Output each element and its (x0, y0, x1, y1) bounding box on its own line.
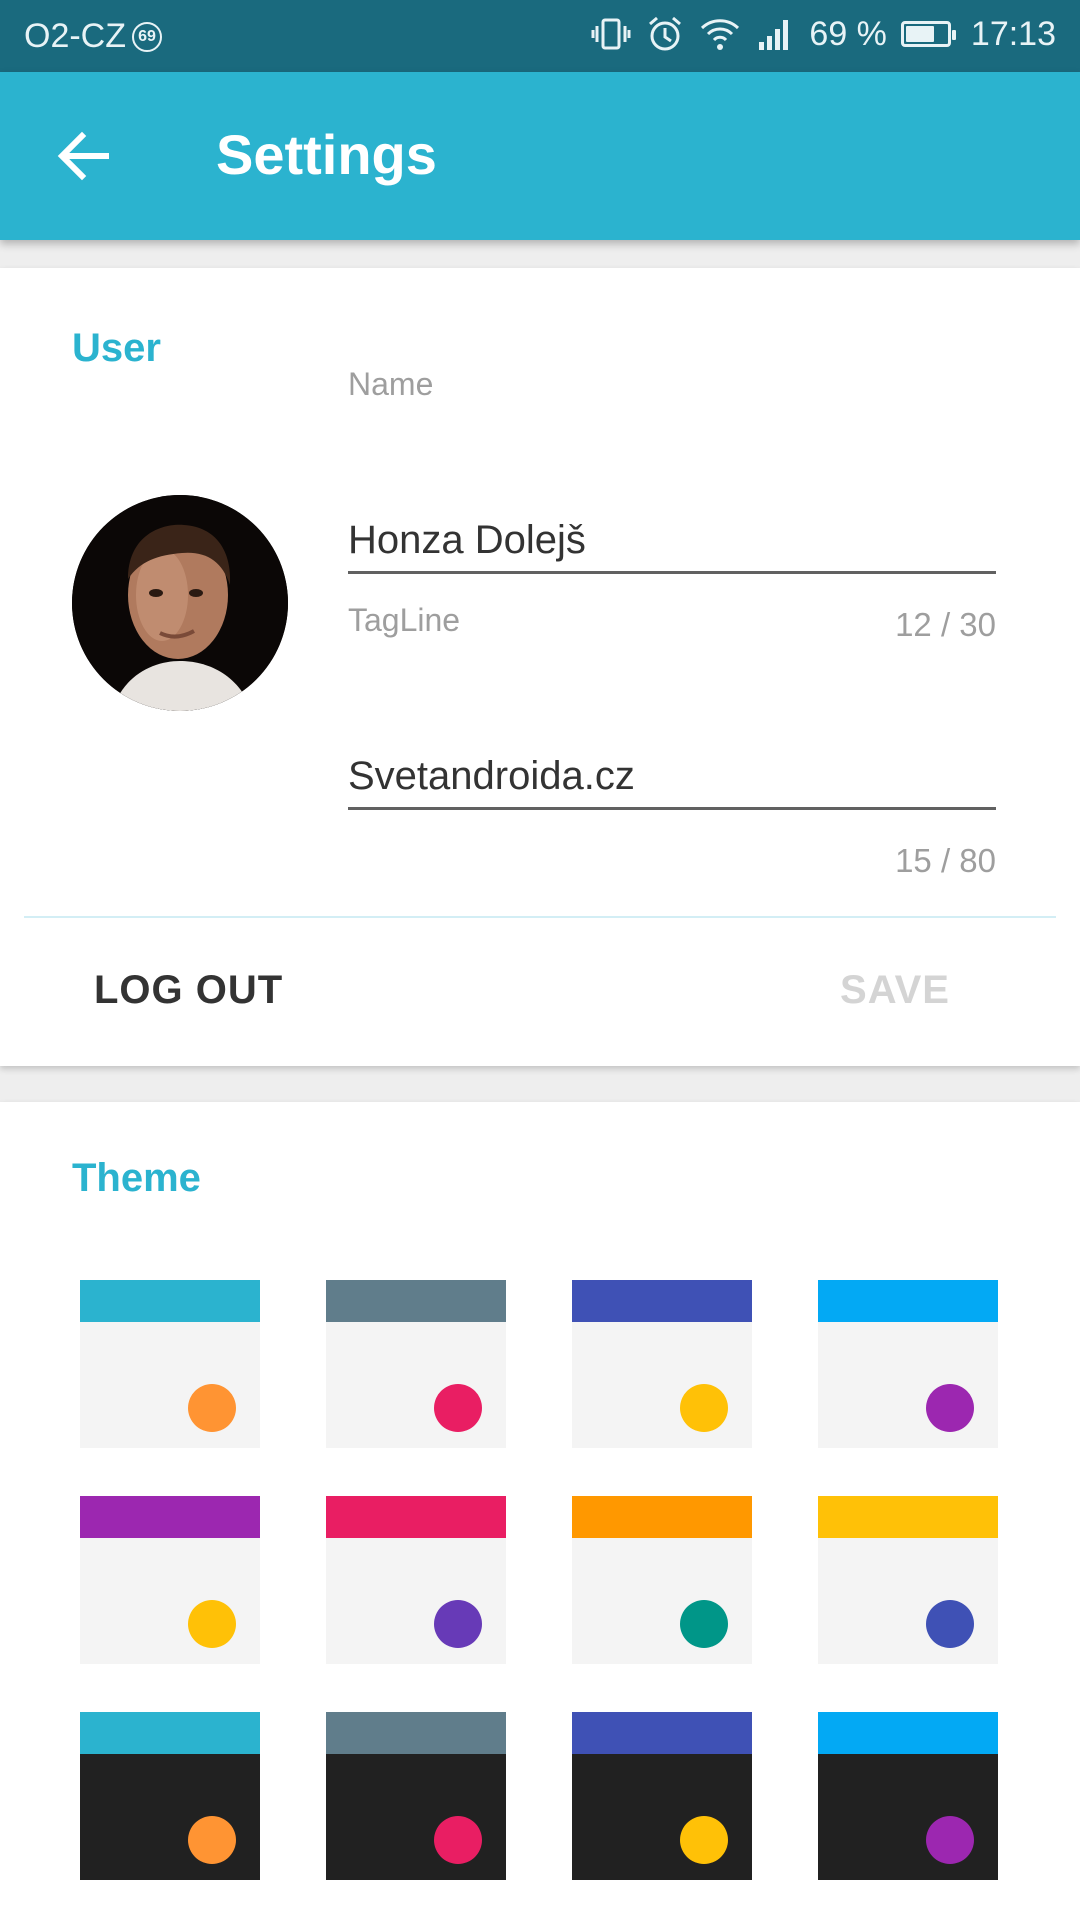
theme-accent-dot (434, 1384, 482, 1432)
signal-icon (759, 20, 789, 50)
theme-accent-dot (188, 1600, 236, 1648)
theme-swatch-6[interactable] (326, 1496, 506, 1664)
theme-primary-bar (572, 1280, 752, 1322)
avatar-photo (72, 495, 288, 711)
theme-accent-dot (188, 1384, 236, 1432)
theme-accent-dot (434, 1600, 482, 1648)
theme-primary-bar (818, 1496, 998, 1538)
arrow-back-icon[interactable] (52, 124, 116, 188)
tagline-field[interactable] (348, 746, 996, 810)
theme-primary-bar (572, 1712, 752, 1754)
save-button[interactable]: SAVE (840, 968, 950, 1013)
name-counter: 12 / 30 (895, 606, 996, 643)
carrier: O2-CZ 69 (24, 17, 162, 56)
status-icons: 69 % 17:13 (591, 14, 1056, 54)
theme-swatch-10[interactable] (326, 1712, 506, 1880)
theme-swatch-5[interactable] (80, 1496, 260, 1664)
theme-swatch-12[interactable] (818, 1712, 998, 1880)
theme-accent-dot (434, 1816, 482, 1864)
theme-swatch-7[interactable] (572, 1496, 752, 1664)
theme-swatch-9[interactable] (80, 1712, 260, 1880)
theme-accent-dot (926, 1600, 974, 1648)
theme-accent-dot (680, 1384, 728, 1432)
wifi-icon (701, 19, 740, 50)
theme-swatch-3[interactable] (572, 1280, 752, 1448)
theme-primary-bar (326, 1712, 506, 1754)
theme-accent-dot (926, 1816, 974, 1864)
theme-card: Theme (0, 1102, 1080, 1932)
tagline-label: TagLine (348, 602, 461, 638)
theme-swatch-11[interactable] (572, 1712, 752, 1880)
theme-section-title: Theme (72, 1156, 201, 1200)
clock: 17:13 (970, 14, 1056, 53)
theme-primary-bar (572, 1496, 752, 1538)
carrier-badge: 69 (132, 21, 162, 52)
theme-primary-bar (818, 1280, 998, 1322)
name-label: Name (348, 366, 434, 402)
theme-primary-bar (818, 1712, 998, 1754)
theme-accent-dot (926, 1384, 974, 1432)
logout-button[interactable]: LOG OUT (94, 968, 283, 1013)
battery-icon (900, 21, 956, 47)
page-title: Settings (216, 123, 437, 186)
theme-accent-dot (680, 1600, 728, 1648)
user-card: User Name 12 / 30 TagLine 15 / 80 LOG OU… (0, 268, 1080, 1066)
avatar[interactable] (72, 495, 288, 711)
theme-primary-bar (326, 1280, 506, 1322)
divider (24, 916, 1056, 918)
theme-primary-bar (80, 1712, 260, 1754)
theme-accent-dot (188, 1816, 236, 1864)
battery-percent: 69 % (809, 14, 887, 53)
theme-swatch-2[interactable] (326, 1280, 506, 1448)
status-bar: O2-CZ 69 69 % 17:13 (0, 0, 1080, 72)
user-section-title: User (72, 326, 161, 370)
app-bar: Settings (0, 72, 1080, 240)
name-field[interactable] (348, 510, 996, 574)
theme-swatch-1[interactable] (80, 1280, 260, 1448)
theme-swatch-4[interactable] (818, 1280, 998, 1448)
tagline-counter: 15 / 80 (895, 842, 996, 879)
theme-primary-bar (326, 1496, 506, 1538)
vibrate-icon (591, 18, 631, 50)
alarm-icon (649, 16, 682, 51)
theme-primary-bar (80, 1280, 260, 1322)
theme-primary-bar (80, 1496, 260, 1538)
theme-accent-dot (680, 1816, 728, 1864)
theme-swatch-8[interactable] (818, 1496, 998, 1664)
carrier-name: O2-CZ (24, 17, 126, 55)
